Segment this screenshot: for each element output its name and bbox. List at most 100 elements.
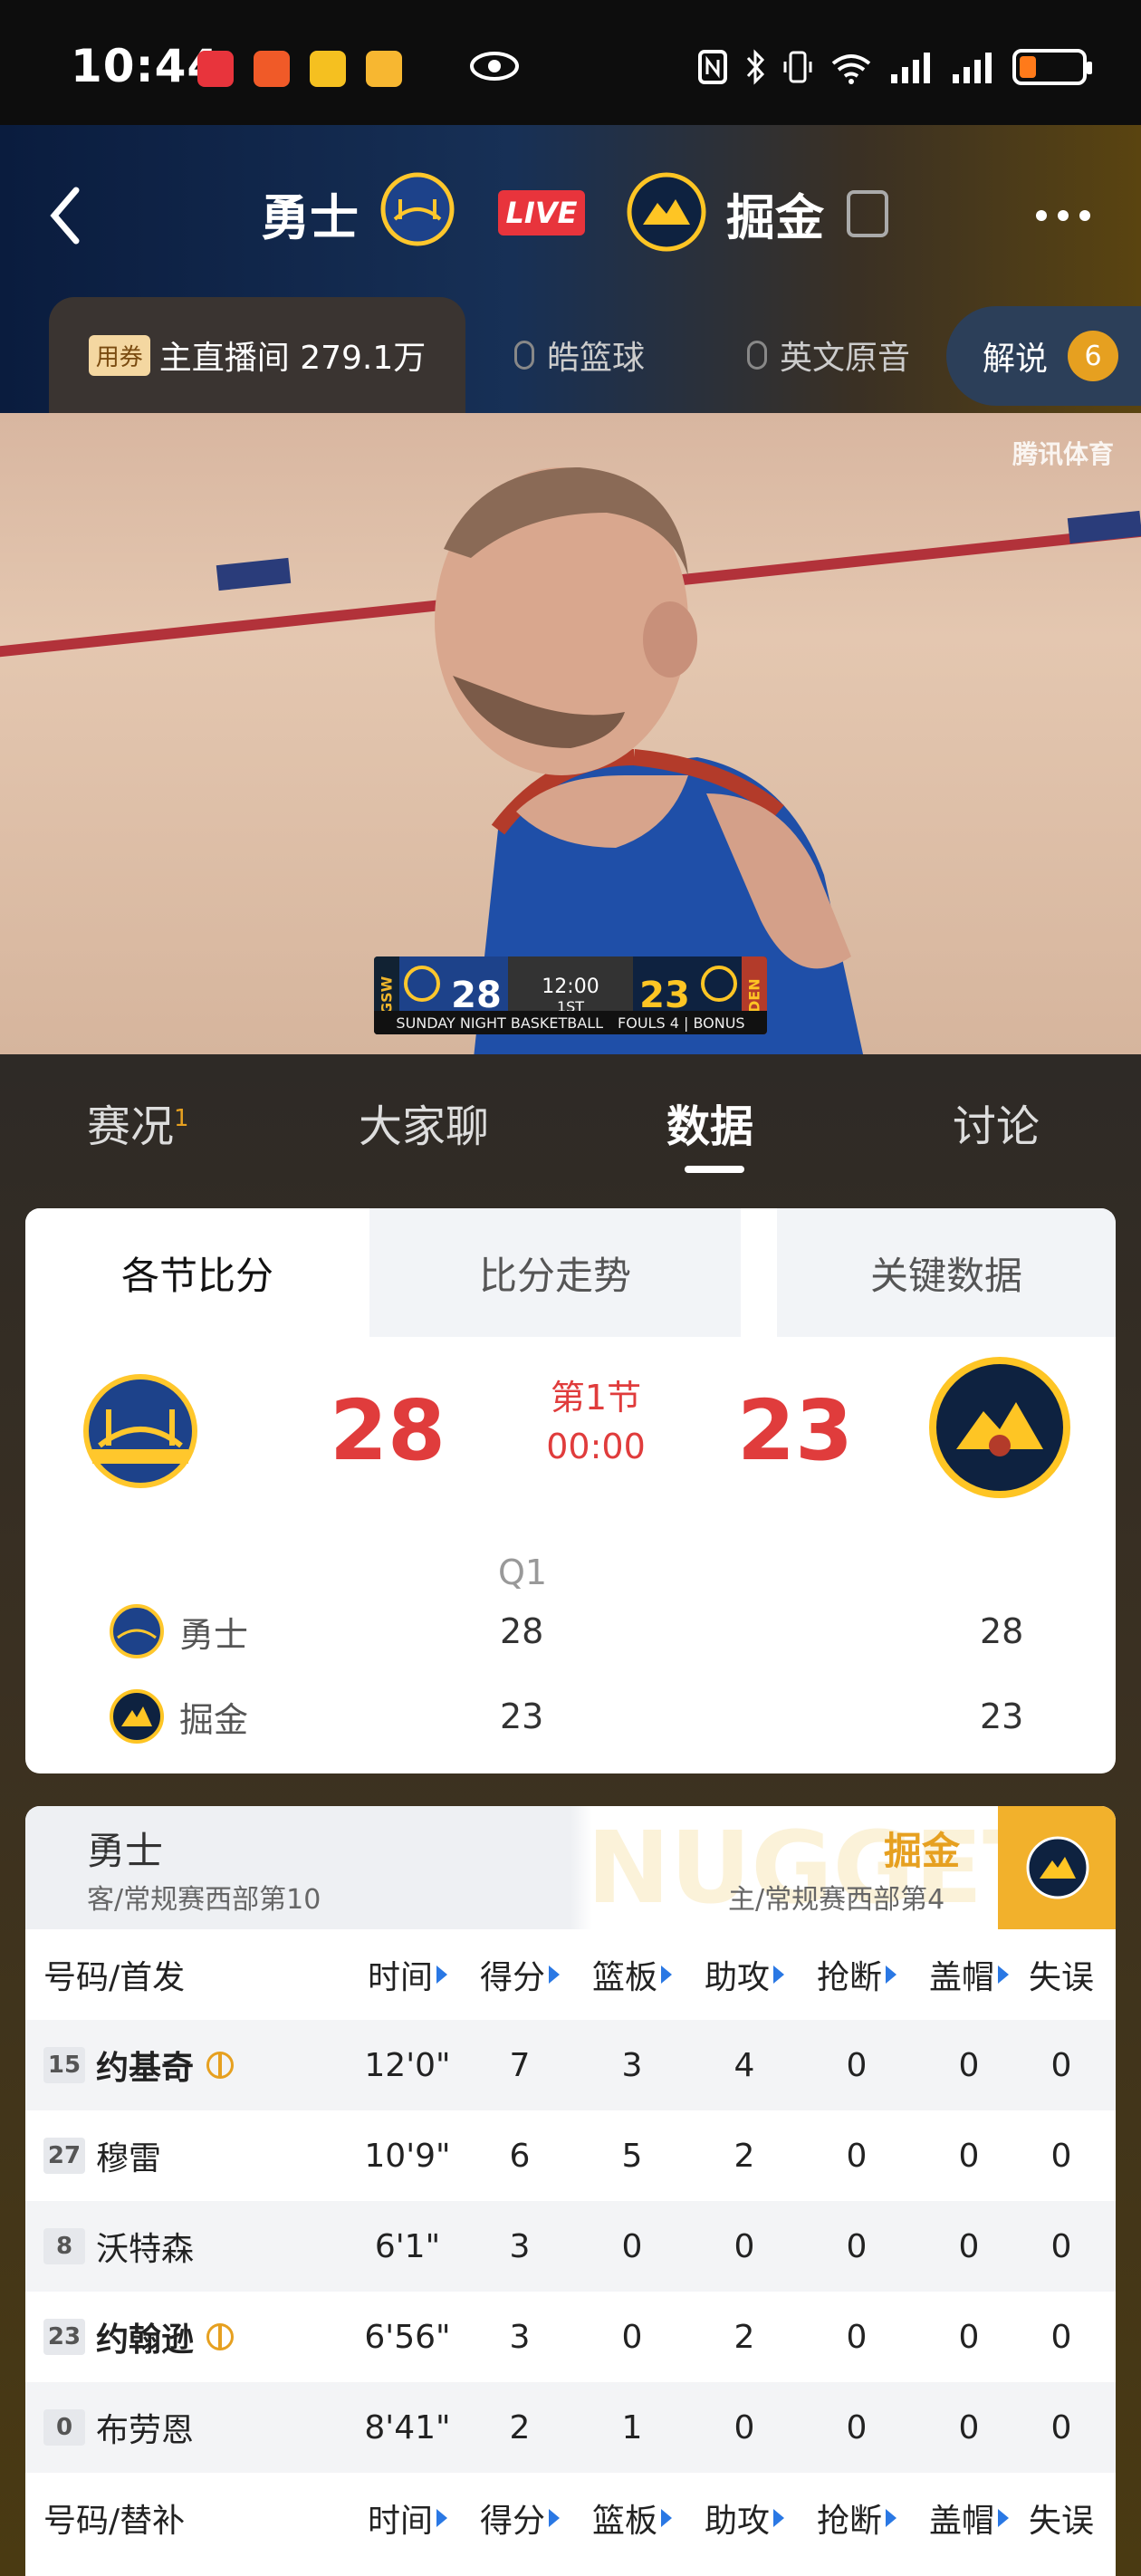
stat-turnovers: 0	[1050, 2408, 1072, 2446]
tab-chat[interactable]: 大家聊	[359, 1091, 489, 1154]
stream-tab-haolanqiu[interactable]: 皓篮球	[471, 297, 688, 413]
stat-rebounds: 0	[621, 2318, 643, 2356]
nuggets-logo-icon	[110, 1689, 164, 1744]
quarter-header-q1: Q1	[498, 1552, 548, 1592]
col-header-points[interactable]: 得分	[464, 1951, 576, 1998]
sort-arrow-icon	[436, 2509, 447, 2527]
jersey-number: 27	[43, 2138, 85, 2174]
col-header-label: 抢断	[816, 1959, 882, 1996]
col-header-label: 得分	[479, 1959, 545, 1996]
col-header-turnovers[interactable]: 失误	[1025, 1951, 1098, 1998]
sort-arrow-icon	[998, 1966, 1009, 1984]
basketball-icon	[206, 2052, 235, 2079]
signal-icon	[891, 53, 930, 83]
stream-tab-main[interactable]: 用券 主直播间 279.1万	[49, 297, 465, 413]
warriors-logo-icon	[380, 172, 455, 246]
col-header-blocks[interactable]: 盖帽	[913, 2494, 1025, 2542]
court-marking	[216, 557, 292, 591]
more-menu-icon[interactable]	[1036, 210, 1090, 221]
video-player[interactable]: 腾讯体育 GSW 28 12:00 1ST 23 DEN SUNDAY NIGH…	[0, 413, 1141, 1054]
col-header-rebounds[interactable]: 篮板	[576, 2494, 688, 2542]
stream-tab-english[interactable]: 英文原音	[715, 297, 942, 413]
sort-arrow-icon	[661, 2509, 672, 2527]
col-header-time[interactable]: 时间	[351, 2494, 464, 2542]
stat-blocks: 0	[958, 2227, 980, 2265]
tab-key-stats[interactable]: 关键数据	[777, 1208, 1116, 1337]
stat-rebounds: 1	[621, 2408, 643, 2446]
stat-assists: 0	[734, 2227, 755, 2265]
stream-tab-label: 皓篮球	[546, 340, 645, 377]
away-team-toggle[interactable]: 掘金	[884, 1821, 960, 1876]
col-header-steals[interactable]: 抢断	[801, 1951, 913, 1998]
status-right-icons	[697, 47, 1092, 87]
score-card: 各节比分 比分走势 关键数据 28 第1节 00:00 23 Q1 勇士 28 …	[25, 1208, 1116, 1773]
col-header-steals[interactable]: 抢断	[801, 2494, 913, 2542]
commentary-button[interactable]: 解说 6	[946, 306, 1141, 406]
stat-rebounds: 3	[621, 2046, 643, 2084]
score-summary: 28 第1节 00:00 23	[25, 1337, 1116, 1545]
player-row[interactable]: 8 沃特森 6'1" 3 0 0 0 0 0	[25, 2201, 1116, 2292]
stat-time: 6'56"	[364, 2318, 451, 2356]
quarter-row-q1: 23	[500, 1697, 544, 1736]
tab-discussion[interactable]: 讨论	[953, 1091, 1040, 1154]
tab-data[interactable]: 数据	[666, 1091, 753, 1154]
player-name: 约翰逊	[96, 2321, 195, 2359]
stat-steals: 0	[846, 2318, 868, 2356]
switch-team-icon[interactable]	[847, 190, 888, 237]
player-row[interactable]: 23 约翰逊 6'56" 3 0 2 0 0 0	[25, 2292, 1116, 2382]
battery-icon	[1012, 49, 1092, 85]
quarter-row-team: 勇士	[179, 1614, 249, 1655]
col-header-label: 助攻	[704, 1959, 770, 1996]
microphone-icon	[746, 341, 767, 370]
quarter-row-team: 掘金	[179, 1699, 249, 1740]
stat-steals: 0	[846, 2137, 868, 2175]
back-arrow-icon[interactable]	[43, 179, 89, 252]
col-header-label: 盖帽	[928, 2503, 994, 2540]
col-header-turnovers[interactable]: 失误	[1025, 2494, 1098, 2542]
col-header-blocks[interactable]: 盖帽	[913, 1951, 1025, 1998]
player-name: 约基奇	[96, 2050, 195, 2087]
stat-points: 7	[509, 2046, 531, 2084]
bench-header-row: 号码/替补 时间 得分 篮板 助攻 抢断 盖帽 失误	[25, 2473, 1116, 2563]
player-name: 穆雷	[96, 2140, 162, 2177]
stat-blocks: 0	[958, 2408, 980, 2446]
col-header-assists[interactable]: 助攻	[688, 2494, 801, 2542]
nuggets-logo-icon	[929, 1357, 1070, 1498]
active-tab-indicator	[685, 1166, 744, 1173]
sort-arrow-icon	[998, 2509, 1009, 2527]
col-header-points[interactable]: 得分	[464, 2494, 576, 2542]
sort-arrow-icon	[436, 1966, 447, 1984]
tab-game-status[interactable]: 赛况1	[87, 1091, 189, 1154]
nuggets-small-logo-icon	[696, 956, 742, 1011]
col-header-assists[interactable]: 助攻	[688, 1951, 801, 1998]
stat-blocks: 0	[958, 2137, 980, 2175]
player-stats-card: NUGGETS 勇士 客/常规赛西部第10 掘金 主/常规赛西部第4 号码/首发…	[25, 1806, 1116, 2576]
away-team-name: 掘金	[726, 189, 824, 246]
starters-header-row: 号码/首发 时间 得分 篮板 助攻 抢断 盖帽 失误	[25, 1929, 1116, 2020]
jersey-number: 15	[43, 2047, 85, 2083]
scorebug-show-name: SUNDAY NIGHT BASKETBALL	[396, 1014, 604, 1032]
quarter-row-total: 28	[980, 1611, 1024, 1651]
col-header-label: 得分	[479, 2503, 545, 2540]
away-team-standing: 主/常规赛西部第4	[728, 1884, 945, 1916]
sort-arrow-icon	[886, 1966, 896, 1984]
col-header-time[interactable]: 时间	[351, 1951, 464, 1998]
wifi-icon	[831, 54, 871, 84]
home-total-score: 28	[330, 1382, 446, 1479]
broadcast-watermark: 腾讯体育	[1012, 439, 1114, 469]
stat-time: 10'9"	[364, 2137, 451, 2175]
player-row[interactable]: 27 穆雷 10'9" 6 5 2 0 0 0	[25, 2110, 1116, 2201]
player-row[interactable]: 0 布劳恩 8'41" 2 1 0 0 0 0	[25, 2382, 1116, 2473]
tv-scorebug: GSW 28 12:00 1ST 23 DEN SUNDAY NIGHT BAS…	[374, 956, 767, 1034]
quarter-row-away: 掘金 23 23	[25, 1676, 1116, 1757]
tab-quarter-scores[interactable]: 各节比分	[25, 1208, 369, 1337]
stat-points: 2	[509, 2408, 531, 2446]
stat-assists: 4	[734, 2046, 755, 2084]
huawei-app-icon	[197, 51, 234, 87]
col-header-rebounds[interactable]: 篮板	[576, 1951, 688, 1998]
stat-steals: 0	[846, 2227, 868, 2265]
tab-score-trend[interactable]: 比分走势	[369, 1208, 741, 1337]
notification-app-icon	[254, 51, 290, 87]
home-team-toggle[interactable]: 勇士	[87, 1821, 163, 1876]
player-row[interactable]: 15 约基奇 12'0" 7 3 4 0 0 0	[25, 2020, 1116, 2110]
